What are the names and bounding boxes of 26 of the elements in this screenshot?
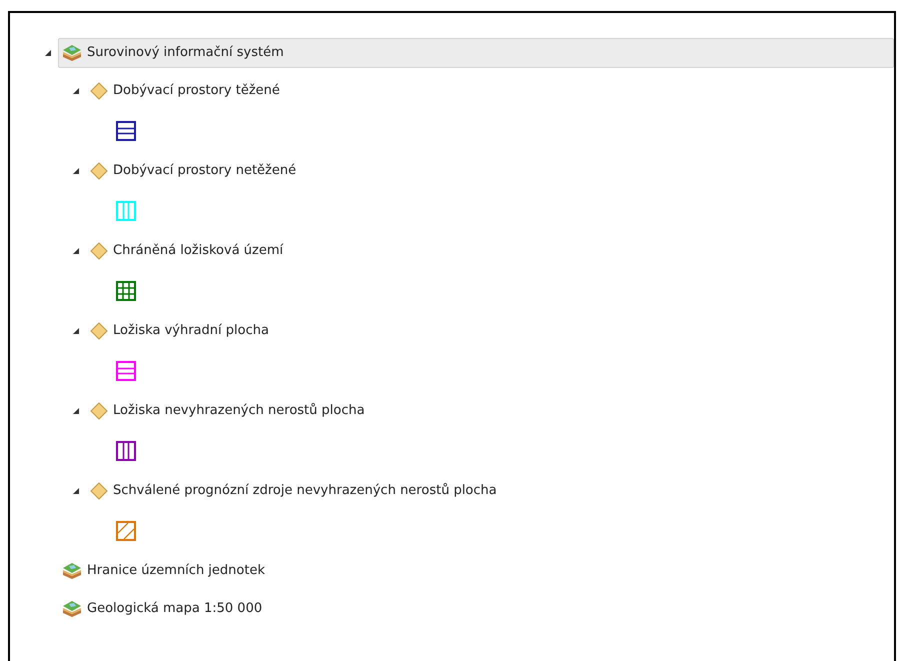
- tree-node-label[interactable]: Schválené prognózní zdroje nevyhrazených nerostů plocha: [109, 481, 497, 501]
- tree-node-label[interactable]: Geologická mapa 1:50 000: [83, 599, 262, 619]
- expand-toggle-icon[interactable]: [72, 327, 80, 335]
- expand-toggle-icon[interactable]: [72, 87, 80, 95]
- tree-node-label[interactable]: Chráněná ložisková území: [109, 241, 284, 261]
- tree-node-label[interactable]: Dobývací prostory netěžené: [109, 161, 296, 181]
- tree-node-label[interactable]: Surovinový informační systém: [83, 43, 284, 63]
- diamond-icon: [89, 81, 109, 101]
- expand-toggle-icon[interactable]: [72, 167, 80, 175]
- diamond-icon: [89, 401, 109, 421]
- tree-node-label[interactable]: Ložiska výhradní plocha: [109, 321, 269, 341]
- layer-stack-icon: [61, 560, 83, 582]
- selected-row-highlight[interactable]: Surovinový informační systém: [58, 38, 894, 68]
- layer-stack-icon: [61, 598, 83, 620]
- diamond-icon: [89, 321, 109, 341]
- diamond-icon: [89, 481, 109, 501]
- tree-node-label[interactable]: Ložiska nevyhrazených nerostů plocha: [109, 401, 365, 421]
- expand-toggle-icon[interactable]: [72, 487, 80, 495]
- tree-node-label[interactable]: Hranice územních jednotek: [83, 561, 265, 581]
- expand-toggle-icon[interactable]: [44, 49, 52, 57]
- layer-stack-icon: [61, 42, 83, 64]
- diamond-icon: [89, 161, 109, 181]
- tree-node-label[interactable]: Dobývací prostory těžené: [109, 81, 280, 101]
- diamond-icon: [89, 241, 109, 261]
- expand-toggle-icon[interactable]: [72, 247, 80, 255]
- expand-toggle-icon[interactable]: [72, 407, 80, 415]
